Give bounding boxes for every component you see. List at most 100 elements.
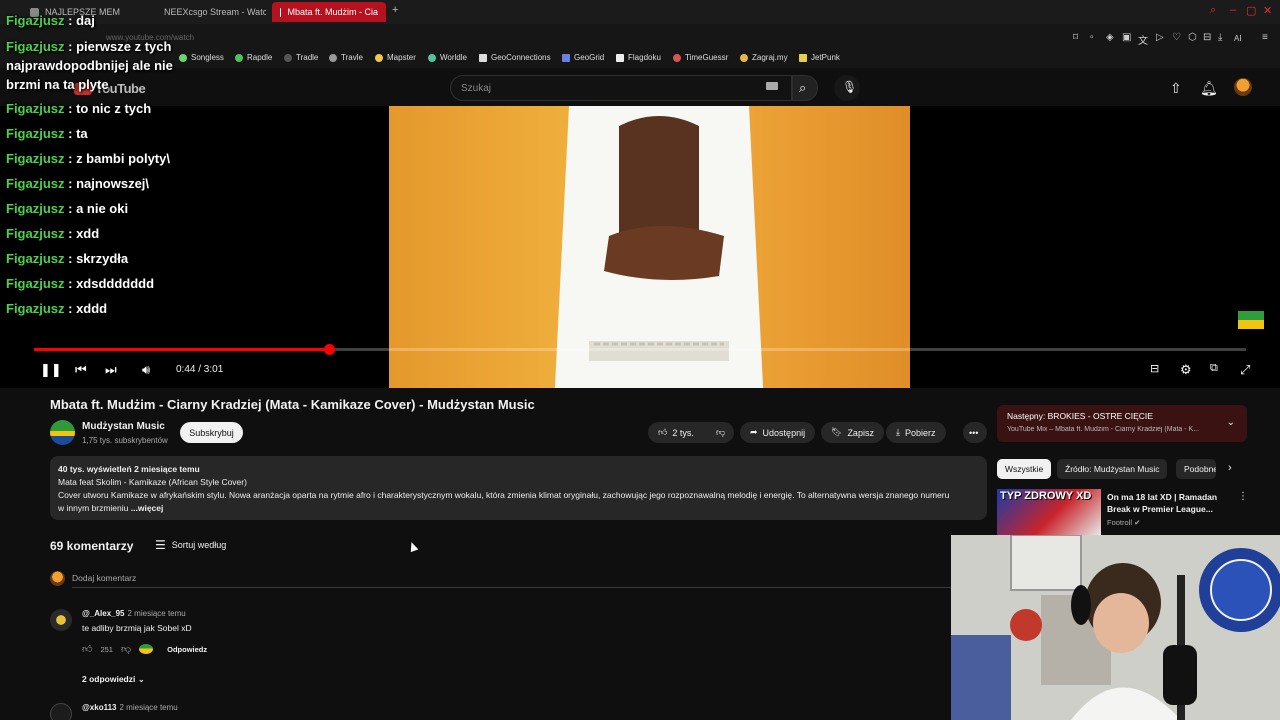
save-button[interactable]: 🔖︎ Zapisz <box>821 422 884 443</box>
play-icon[interactable]: ▷ <box>1156 32 1164 43</box>
bookmark-flagdoku[interactable]: Flagdoku <box>616 53 661 62</box>
dislike-button[interactable]: 👎︎ <box>706 422 734 443</box>
comment-author[interactable]: @_Alex_95 2 miesiące temu <box>82 609 186 618</box>
subscribe-button[interactable]: Subskrybuj <box>180 422 243 443</box>
video-description[interactable]: 40 tys. wyświetleń 2 miesiące temu Mata … <box>50 456 987 520</box>
bookmark-songless[interactable]: Songless <box>179 53 224 62</box>
bookmark-timeguessr[interactable]: TimeGuessr <box>673 53 728 62</box>
chat-username: Figazjusz <box>6 301 65 316</box>
chip-source-channel[interactable]: Źródło: Mudżystan Music <box>1057 459 1168 479</box>
progress-bar[interactable] <box>34 344 1246 355</box>
add-comment-input[interactable]: Dodaj komentarz <box>72 573 136 583</box>
settings-gear-icon[interactable]: ⚙ <box>1180 362 1192 378</box>
search-input[interactable]: Szukaj <box>450 75 792 101</box>
menu-icon[interactable]: ≡ <box>1262 32 1268 43</box>
fullscreen-icon[interactable]: ⤢ <box>1240 362 1250 378</box>
more-vertical-icon[interactable]: ⋮ <box>1238 491 1248 502</box>
chip-related[interactable]: Podobne <box>1176 459 1216 479</box>
thumbs-down-icon: 👎︎ <box>716 427 726 437</box>
chevron-down-icon[interactable]: ⌄ <box>1227 417 1235 428</box>
tab-label: Mbata ft. Mudżim - Cia <box>287 7 378 17</box>
heart-icon[interactable]: ♡ <box>1172 32 1181 43</box>
channel-label: Footroll <box>1107 518 1133 527</box>
comment-author[interactable]: @xko113 2 miesiące temu <box>82 703 178 712</box>
recommended-video-channel[interactable]: Footroll ✔ <box>1107 518 1140 527</box>
comment-like-icon[interactable]: 👍︎ <box>82 643 92 655</box>
bookmark-label: GeoGrid <box>574 53 605 62</box>
notifications-bell-icon[interactable]: 🔔︎ <box>1200 80 1218 97</box>
upload-icon[interactable]: ⇧ <box>1170 80 1182 97</box>
bookmark-tradle[interactable]: Tradle <box>284 53 318 62</box>
video-frame[interactable] <box>389 106 910 388</box>
shield-icon[interactable]: ◈ <box>1106 32 1114 43</box>
bookmark-rapdle[interactable]: Rapdle <box>235 53 272 62</box>
chat-message: Figazjusz : to nic z tych <box>6 96 184 121</box>
chat-message: Figazjusz : pierwsze z tych najprawdopod… <box>6 37 184 94</box>
more-horizontal-icon: ••• <box>969 427 979 438</box>
channel-avatar[interactable] <box>50 420 75 445</box>
channel-name[interactable]: Mudżystan Music <box>82 421 165 432</box>
bookmark-label: Tradle <box>296 53 319 62</box>
download-label: Pobierz <box>904 427 936 438</box>
comment-author-avatar[interactable] <box>50 703 72 720</box>
minimize-icon[interactable]: – <box>1230 4 1236 16</box>
maximize-icon[interactable]: ▢ <box>1246 4 1256 17</box>
chip-all[interactable]: Wszystkie <box>997 459 1052 479</box>
description-line: Cover utworu Kamikaze w afrykańskim styl… <box>58 490 950 500</box>
volume-icon[interactable]: 🔊︎ <box>142 362 150 378</box>
bookmark-icon[interactable]: ⌑ <box>1073 32 1078 43</box>
previous-icon[interactable]: ⏮︎ <box>75 362 87 378</box>
close-window-icon[interactable]: ✕ <box>1263 4 1272 17</box>
voice-search-button[interactable]: 🎙︎ <box>834 75 860 101</box>
bookmark-geogrid[interactable]: GeoGrid <box>562 53 604 62</box>
channel-watermark[interactable] <box>1238 311 1264 329</box>
translate-icon[interactable]: 文 <box>1138 32 1148 47</box>
progress-played <box>34 348 329 351</box>
progress-scrubber[interactable] <box>323 344 335 355</box>
up-next-card[interactable]: Następny: BROKIES - OSTRE CIĘCIE YouTube… <box>997 405 1247 442</box>
chat-message: Figazjusz : z bambi polyty\ <box>6 146 184 171</box>
show-more-link[interactable]: ...więcej <box>131 503 164 513</box>
comment-dislike-icon[interactable]: 👎︎ <box>121 643 131 655</box>
bookmark-worldle[interactable]: Worldle <box>428 53 467 62</box>
bookmark-travle[interactable]: Travle <box>329 53 363 62</box>
tab-icon[interactable]: ▫ <box>1090 32 1094 43</box>
bookmark-jetpunk[interactable]: JetPunk <box>799 53 840 62</box>
bookmark-label: Zagraj.my <box>752 53 788 62</box>
new-tab-icon[interactable]: + <box>392 4 398 16</box>
like-button[interactable]: 👍︎ 2 tys. <box>648 422 706 443</box>
keyboard-icon[interactable] <box>766 82 778 90</box>
download-icon[interactable]: ⤓ <box>1218 32 1222 43</box>
comment-author-avatar[interactable] <box>50 609 72 631</box>
bookmark-geoconnections[interactable]: GeoConnections <box>479 53 551 62</box>
recommended-video-thumbnail[interactable]: TYP ZDROWY XD <box>997 489 1101 535</box>
subtitles-icon[interactable]: ⊟ <box>1150 362 1159 375</box>
bookmark-zagraj[interactable]: Zagraj.my <box>740 53 788 62</box>
chat-username: Figazjusz <box>6 226 65 241</box>
download-button[interactable]: ⤓ Pobierz <box>886 422 946 443</box>
bookmark-mapster[interactable]: Mapster <box>375 53 416 62</box>
wallet-icon[interactable]: ⊟ <box>1203 32 1211 43</box>
comment-author-handle: @xko113 <box>82 703 117 712</box>
pause-icon[interactable]: ❚❚ <box>40 362 62 378</box>
miniplayer-icon[interactable]: ⧉ <box>1210 362 1218 375</box>
puzzle-icon[interactable]: ⬡ <box>1188 32 1197 43</box>
user-avatar[interactable] <box>1234 78 1252 96</box>
youtube-header: YouTube Szukaj ⌕ 🎙︎ ⇧ 🔔︎ <box>0 68 1280 106</box>
creator-heart-avatar <box>139 644 154 654</box>
reply-button[interactable]: Odpowiedz <box>167 645 207 654</box>
recommended-video-title[interactable]: On ma 18 lat XD | Ramadan Break w Premie… <box>1107 491 1231 515</box>
extension-icon[interactable]: ▣ <box>1122 32 1131 43</box>
comment-like-count: 251 <box>100 644 113 654</box>
next-icon[interactable]: ⏭︎ <box>105 362 117 378</box>
ai-icon[interactable]: AI <box>1234 34 1242 43</box>
view-replies-button[interactable]: 2 odpowiedzi ⌄ <box>82 674 145 685</box>
video-player[interactable]: ❚❚ ⏮︎ ⏭︎ 🔊︎ 0:44 / 3:01 ⊟ ⚙ ⧉ ⤢ <box>0 106 1280 388</box>
search-tabs-icon[interactable]: ⌕ <box>1210 4 1216 17</box>
browser-tab-active-video[interactable]: Mbata ft. Mudżim - Cia <box>272 2 386 22</box>
sort-comments-button[interactable]: ☰ Sortuj według <box>155 538 226 552</box>
more-actions-button[interactable]: ••• <box>963 422 987 443</box>
search-button[interactable]: ⌕ <box>792 75 818 101</box>
share-button[interactable]: ➦ Udostępnij <box>740 422 816 443</box>
chevron-right-icon[interactable]: › <box>1228 462 1232 474</box>
